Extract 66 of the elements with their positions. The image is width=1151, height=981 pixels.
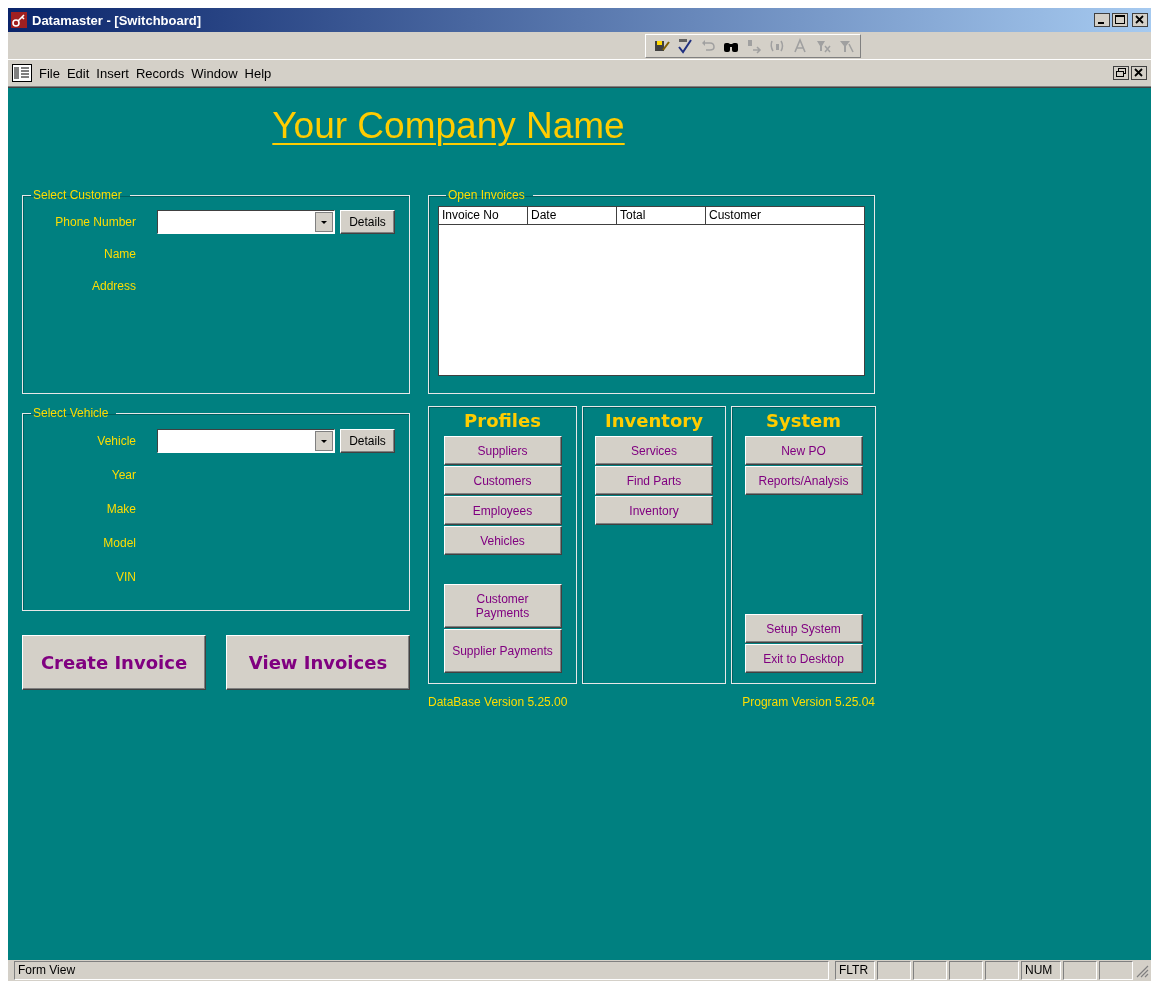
action-button[interactable]: Create Invoice: [22, 635, 206, 690]
status-panel: [877, 961, 911, 980]
menu-item[interactable]: File: [39, 65, 60, 81]
maximize-icon[interactable]: [1112, 13, 1128, 27]
details-button[interactable]: Details: [340, 210, 395, 234]
menu-item[interactable]: Edit: [66, 65, 90, 81]
status-panel: [1099, 961, 1133, 980]
menu-item[interactable]: Help: [244, 65, 272, 81]
menu-button[interactable]: Services: [595, 436, 713, 465]
resize-grip-icon[interactable]: [1135, 963, 1149, 978]
field-label: Address: [90, 279, 136, 293]
frame-label: Select Customer: [32, 188, 123, 202]
close-icon[interactable]: [1132, 13, 1148, 27]
column-header[interactable]: Customer: [706, 207, 864, 225]
form-icon[interactable]: [12, 64, 32, 82]
field-label: Model: [102, 536, 136, 550]
dropdown-field[interactable]: [157, 210, 335, 234]
status-indicator: FLTR: [835, 961, 875, 980]
field-label: Vehicle: [96, 434, 136, 448]
status-indicator: NUM: [1021, 961, 1061, 980]
field-label: Name: [103, 247, 136, 261]
menu-button[interactable]: Vehicles: [443, 526, 562, 555]
menu-button[interactable]: Supplier Payments: [443, 629, 562, 673]
menu-button[interactable]: Reports/Analysis: [744, 466, 863, 495]
menu-item[interactable]: Insert: [96, 65, 129, 81]
panel-title: Inventory: [605, 409, 703, 433]
status-panel: [1063, 961, 1097, 980]
field-label: VIN: [115, 570, 136, 584]
menu-button[interactable]: Employees: [443, 496, 562, 525]
column-header[interactable]: Date: [528, 207, 617, 225]
status-text: Form View: [14, 961, 829, 980]
menu-item[interactable]: Window: [191, 65, 238, 81]
menu-button[interactable]: Setup System: [744, 614, 863, 643]
column-header[interactable]: Total: [617, 207, 706, 225]
company-name: Your Company Name: [272, 105, 625, 147]
frame-label: Select Vehicle: [32, 406, 110, 420]
field-label: Phone Number: [54, 215, 136, 229]
status-panel: [949, 961, 983, 980]
menu-button[interactable]: Customer Payments: [443, 584, 562, 628]
panel-title: System: [766, 409, 841, 433]
frame-label: Open Invoices: [447, 188, 526, 202]
version-text: DataBase Version 5.25.00: [428, 695, 568, 709]
dropdown-field[interactable]: [157, 429, 335, 453]
key-icon[interactable]: [11, 12, 27, 28]
field-label: Year: [110, 468, 136, 482]
status-panel: [913, 961, 947, 980]
close-icon[interactable]: [1131, 66, 1147, 80]
minimize-icon[interactable]: [1094, 13, 1110, 27]
details-button[interactable]: Details: [340, 429, 395, 453]
menu-button[interactable]: Customers: [443, 466, 562, 495]
restore-icon[interactable]: [1113, 66, 1129, 80]
action-button[interactable]: View Invoices: [226, 635, 410, 690]
field-label: Make: [105, 502, 136, 516]
menu-button[interactable]: Exit to Desktop: [744, 644, 863, 673]
spellcheck-icon[interactable]: [677, 37, 693, 54]
menu-item[interactable]: Records: [135, 65, 185, 81]
version-text: Program Version 5.25.04: [742, 695, 875, 709]
window-title: Datamaster - [Switchboard]: [32, 12, 203, 28]
panel-title: Profiles: [464, 409, 541, 433]
menu-button[interactable]: New PO: [744, 436, 863, 465]
menu-button[interactable]: Find Parts: [595, 466, 713, 495]
status-panel: [985, 961, 1019, 980]
menu-button[interactable]: Inventory: [595, 496, 713, 525]
column-header[interactable]: Invoice No: [439, 207, 528, 225]
invoice-list[interactable]: Invoice No Date Total Customer: [438, 206, 865, 376]
menu-button[interactable]: Suppliers: [443, 436, 562, 465]
